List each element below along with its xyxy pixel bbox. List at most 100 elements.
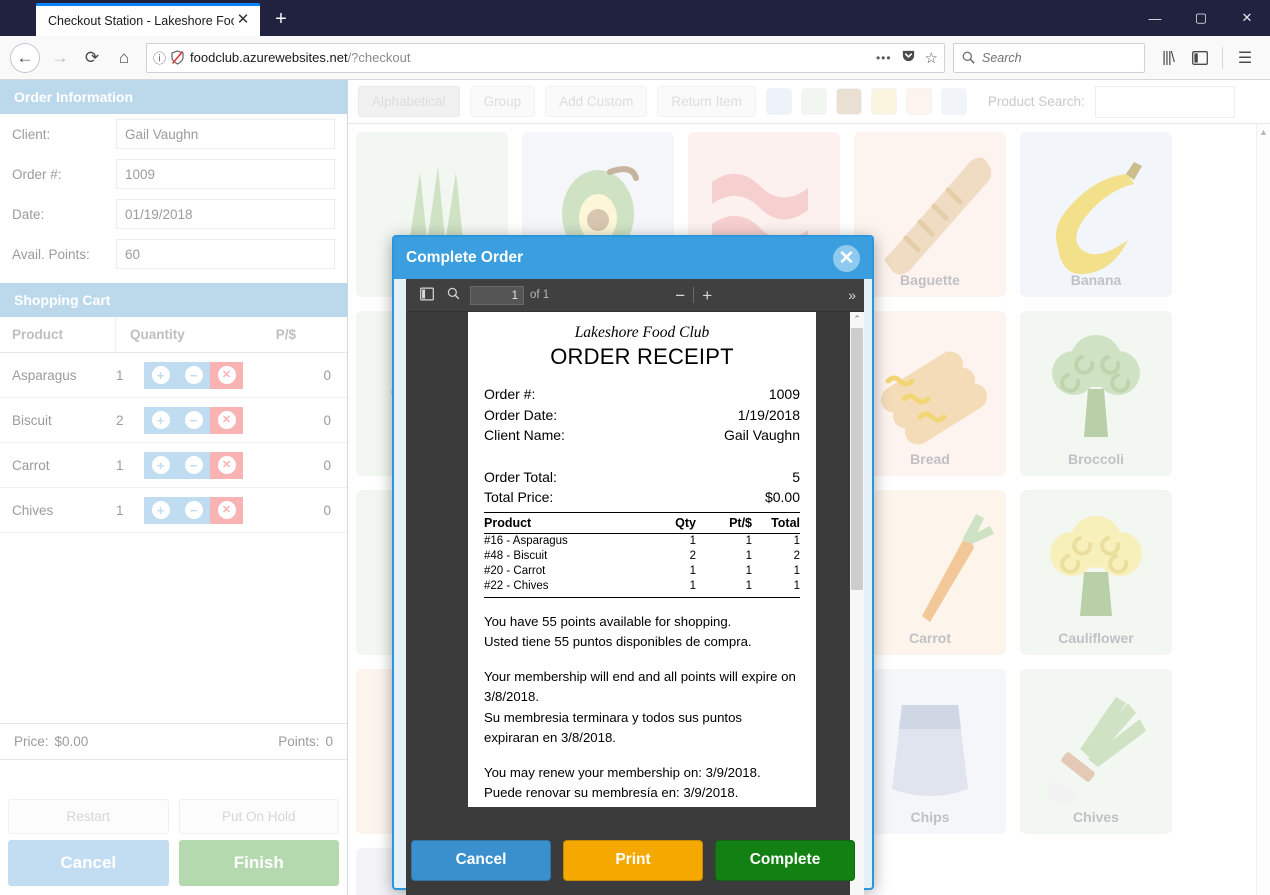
window-maximize-button[interactable]: ▢ (1178, 0, 1224, 36)
receipt-notes: You have 55 points available for shoppin… (484, 612, 800, 804)
cart-row-qty: 1 (116, 502, 124, 518)
receipt-total-price-label: Total Price: (484, 489, 554, 505)
category-swatch-1[interactable] (800, 88, 827, 115)
product-tile-baguette[interactable]: Baguette (854, 132, 1006, 297)
product-tile-chips[interactable]: Chips (854, 669, 1006, 834)
category-swatch-4[interactable] (905, 88, 932, 115)
restart-button[interactable]: Restart (8, 799, 169, 834)
back-button[interactable]: ← (10, 42, 40, 73)
tracking-protection-icon[interactable] (171, 50, 184, 65)
pocket-icon[interactable] (901, 48, 916, 68)
cart-decrease-button[interactable]: − (177, 406, 210, 434)
cart-remove-button[interactable]: ✕ (210, 361, 243, 389)
date-input[interactable]: 01/19/2018 (116, 199, 335, 229)
cart-remove-button[interactable]: ✕ (210, 451, 243, 479)
scroll-up-icon[interactable]: ▲ (1257, 124, 1270, 137)
cart-remove-button[interactable]: ✕ (210, 496, 243, 524)
category-swatch-5[interactable] (940, 88, 967, 115)
page-info-icon[interactable]: ⓘ (153, 48, 166, 67)
cart-decrease-button[interactable]: − (177, 451, 210, 479)
pdf-scroll-thumb[interactable] (851, 328, 863, 590)
cancel-order-button[interactable]: Cancel (8, 840, 169, 886)
product-tile-chives[interactable]: Chives (1020, 669, 1172, 834)
dialog-complete-button[interactable]: Complete (715, 839, 855, 881)
cart-table-header: Product Quantity P/$ (0, 317, 347, 353)
plus-icon: + (151, 501, 170, 519)
reload-button[interactable]: ⟳ (76, 42, 108, 74)
cart-row-points: 0 (323, 502, 331, 518)
pdf-sidebar-toggle-icon[interactable] (414, 287, 440, 304)
product-tile-broccoli[interactable]: Broccoli (1020, 311, 1172, 476)
cart-increase-button[interactable]: + (144, 406, 177, 434)
product-tile-bread[interactable]: Bread (854, 311, 1006, 476)
product-tile-cauliflower[interactable]: Cauliflower (1020, 490, 1172, 655)
product-label: Broccoli (1067, 451, 1124, 467)
receipt-item-product: #22 - Chives (484, 579, 549, 592)
client-input[interactable]: Gail Vaughn (116, 119, 335, 149)
product-label: Carrot (908, 630, 951, 646)
group-button[interactable]: Group (469, 86, 536, 117)
receipt-item-total: 2 (793, 549, 800, 562)
cart-decrease-button[interactable]: − (177, 496, 210, 524)
receipt-item-ptsd: 1 (745, 579, 752, 592)
product-tile-carrot[interactable]: Carrot (854, 490, 1006, 655)
order-actions: Restart Put On Hold Cancel Finish (0, 793, 347, 895)
avail-points-input[interactable]: 60 (116, 239, 335, 269)
return-item-button[interactable]: Return Item (657, 86, 756, 117)
hamburger-menu-icon[interactable]: ☰ (1230, 42, 1260, 74)
field-row-avail-points: Avail. Points: 60 (0, 234, 347, 274)
product-tile-banana[interactable]: Banana (1020, 132, 1172, 297)
cart-increase-button[interactable]: + (144, 496, 177, 524)
add-custom-button[interactable]: Add Custom (545, 86, 648, 117)
tab-title: Checkout Station - Lakeshore Food (48, 14, 234, 28)
dialog-print-button[interactable]: Print (563, 839, 703, 881)
cart-increase-button[interactable]: + (144, 361, 177, 389)
pdf-scrollbar[interactable]: ⌃ ⌄ (850, 312, 864, 895)
browser-search-box[interactable]: Search (953, 42, 1145, 73)
browser-tab[interactable]: Checkout Station - Lakeshore Food ✕ (36, 3, 260, 36)
pdf-zoom-out-button[interactable]: − (667, 287, 693, 304)
minus-icon: − (184, 411, 203, 429)
page-actions-icon[interactable]: ••• (876, 51, 892, 65)
pdf-more-tools-icon[interactable]: » (838, 287, 856, 303)
library-icon[interactable]: |||\ (1153, 42, 1183, 74)
pdf-page-number-input[interactable]: 1 (470, 285, 524, 305)
finish-order-button[interactable]: Finish (178, 840, 339, 886)
bookmark-star-icon[interactable]: ☆ (925, 49, 938, 67)
alphabetical-button[interactable]: Alphabetical (358, 86, 460, 117)
cart-remove-button[interactable]: ✕ (210, 406, 243, 434)
cart-col-spacer (304, 317, 347, 352)
plus-icon: + (151, 411, 170, 429)
category-swatch-2[interactable] (835, 88, 862, 115)
sidebar-icon[interactable] (1185, 42, 1215, 74)
tab-close-icon[interactable]: ✕ (234, 12, 252, 30)
price-label: Price: (14, 734, 49, 749)
put-on-hold-button[interactable]: Put On Hold (178, 799, 339, 834)
category-swatch-3[interactable] (870, 88, 897, 115)
minus-icon: − (184, 456, 203, 474)
window-minimize-button[interactable]: — (1132, 0, 1178, 36)
pdf-search-icon[interactable] (440, 287, 466, 303)
receipt-note-paragraph: You may renew your membership on: 3/9/20… (484, 763, 800, 804)
url-text: foodclub.azurewebsites.net/?checkout (190, 50, 870, 65)
receipt-order-number-value: 1009 (768, 386, 800, 402)
product-grid-scrollbar[interactable]: ▲ (1256, 124, 1270, 895)
new-tab-button[interactable]: + (266, 4, 296, 34)
pdf-scroll-up-icon[interactable]: ⌃ (850, 312, 864, 326)
receipt-item-product: #16 - Asparagus (484, 534, 568, 547)
product-search-input[interactable] (1094, 85, 1235, 118)
pdf-zoom-in-button[interactable]: + (694, 287, 720, 304)
window-close-button[interactable]: ✕ (1224, 0, 1270, 36)
receipt-note-paragraph: Your membership will end and all points … (484, 667, 800, 749)
dialog-cancel-button[interactable]: Cancel (411, 839, 551, 881)
cart-increase-button[interactable]: + (144, 451, 177, 479)
url-bar[interactable]: ⓘ foodclub.azurewebsites.net/?checkout •… (146, 42, 945, 73)
forward-button[interactable]: → (44, 42, 76, 74)
home-button[interactable]: ⌂ (108, 42, 140, 74)
dialog-close-icon[interactable]: ✕ (833, 244, 860, 272)
receipt-note-paragraph: You have 55 points available for shoppin… (484, 612, 800, 653)
cart-decrease-button[interactable]: − (177, 361, 210, 389)
browser-titlebar: Checkout Station - Lakeshore Food ✕ + — … (0, 0, 1270, 36)
category-swatch-0[interactable] (765, 88, 792, 115)
order-number-input[interactable]: 1009 (116, 159, 335, 189)
